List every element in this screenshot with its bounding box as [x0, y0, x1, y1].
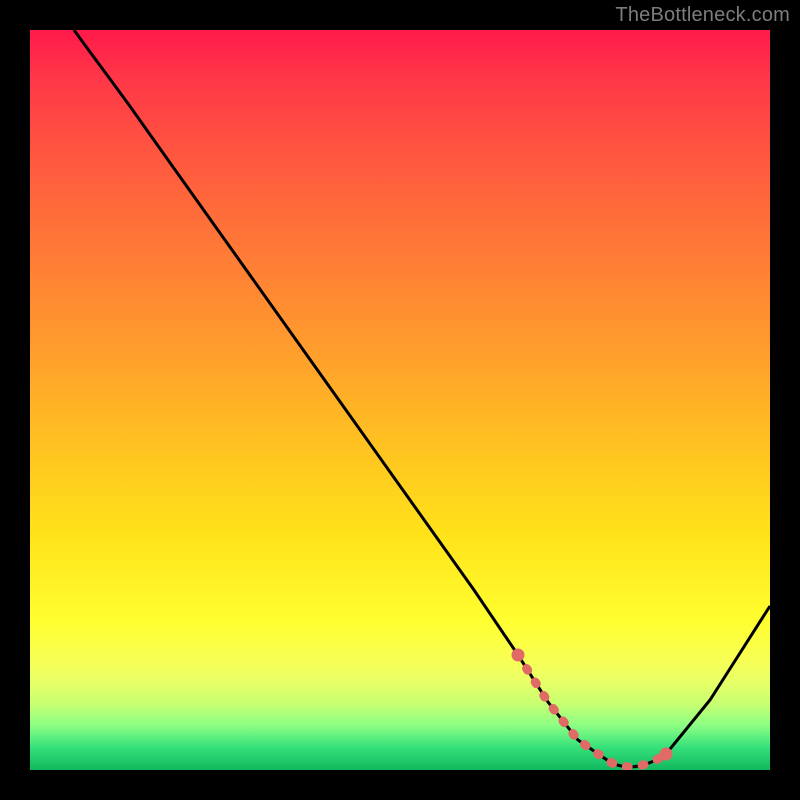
watermark-text: TheBottleneck.com: [615, 4, 790, 27]
plot-area: [30, 30, 770, 770]
optimal-range-highlight: [30, 30, 770, 770]
chart-frame: TheBottleneck.com: [0, 0, 800, 800]
